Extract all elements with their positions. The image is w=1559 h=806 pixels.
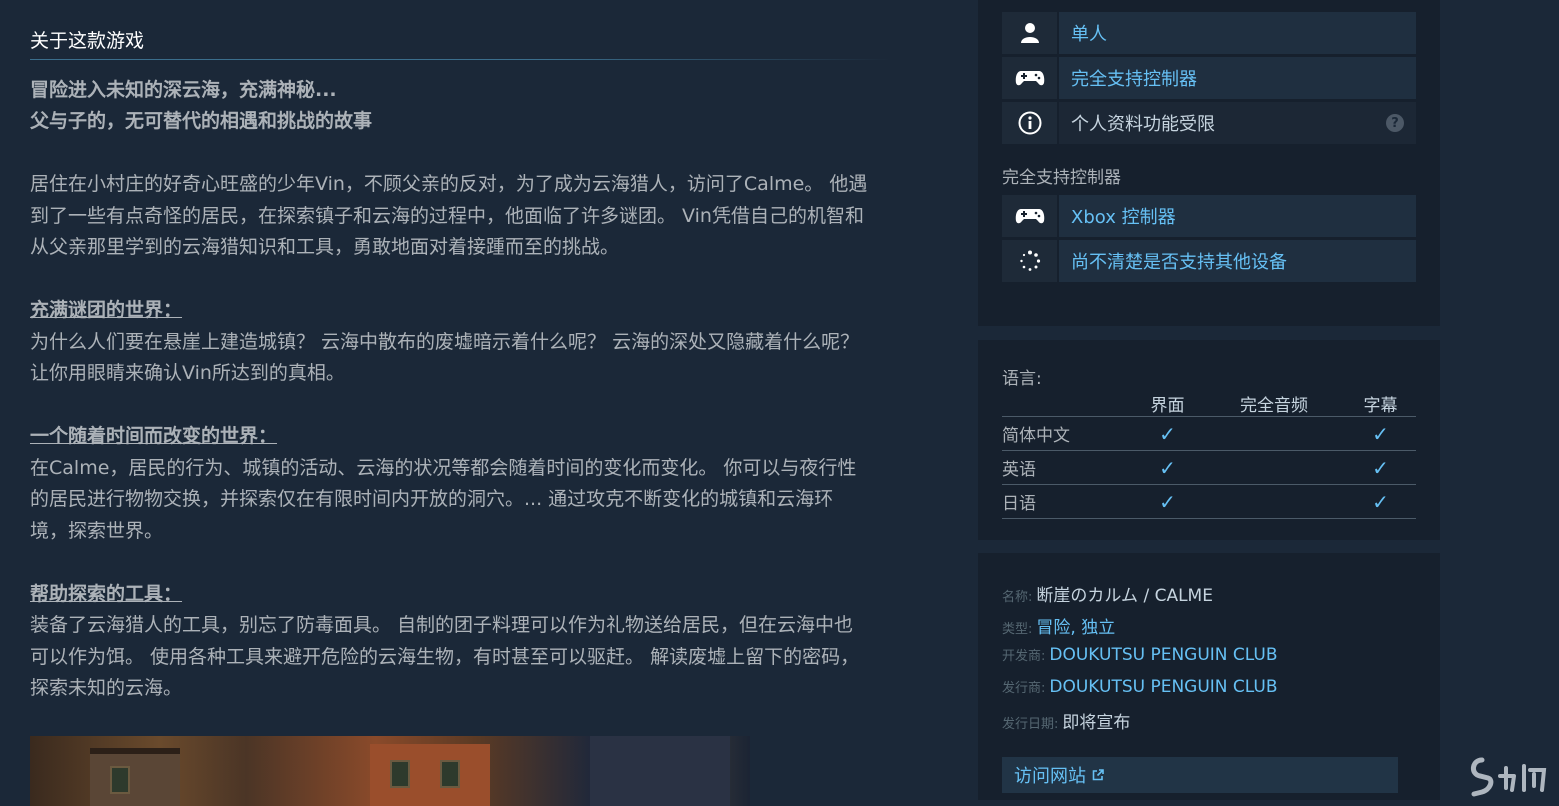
check-icon: ✓ (1372, 421, 1389, 446)
section-heading-tools: 帮助探索的工具： (30, 583, 183, 605)
screenshot-window (390, 760, 410, 788)
empty-cell (1203, 485, 1345, 519)
feature-controller[interactable]: 完全支持控制器 (1002, 57, 1416, 99)
detail-name: 名称: 断崖のカルム / CALME (1002, 581, 1213, 606)
game-name: 断崖のカルム / CALME (1036, 586, 1213, 606)
visit-website-label: 访问网站 (1014, 766, 1086, 787)
detail-release-date: 发行日期: 即将宣布 (1002, 708, 1130, 733)
loading-icon (1002, 240, 1057, 282)
tools-line-1: 装备了云海猎人的工具，别忘了防毒面具。 自制的团子料理可以作为礼物送给居民，但在… (30, 614, 854, 636)
intro-line-3: 从父亲那里学到的云海猎知识和工具，勇敢地面对着接踵而至的挑战。 (30, 236, 620, 258)
screenshot-window (440, 760, 460, 788)
detail-label: 发行日期: (1002, 717, 1059, 732)
language-row: 英语 ✓ ✓ (1002, 451, 1416, 485)
developer-link[interactable]: DOUKUTSU PENGUIN CLUB (1049, 645, 1277, 665)
help-icon[interactable]: ? (1386, 114, 1404, 132)
genre-link-adventure[interactable]: 冒险 (1036, 618, 1070, 638)
check-icon: ✓ (1372, 455, 1389, 480)
full-audio-column-header: 完全音频 (1240, 396, 1308, 416)
language-column-header (1002, 391, 1132, 417)
feature-label: 单人 (1059, 12, 1416, 54)
language-row: 日语 ✓ ✓ (1002, 485, 1416, 519)
language-name: 日语 (1002, 494, 1036, 514)
check-icon: ✓ (1159, 421, 1176, 446)
subtitles-column-header: 字幕 (1363, 396, 1398, 416)
language-name: 简体中文 (1002, 426, 1070, 446)
empty-cell (1203, 417, 1345, 451)
detail-label: 开发商: (1002, 649, 1046, 664)
controller-other-devices[interactable]: 尚不清楚是否支持其他设备 (1002, 240, 1416, 282)
tagline-2: 父与子的，无可替代的相遇和挑战的故事 (30, 110, 373, 132)
detail-genre: 类型: 冒险, 独立 (1002, 613, 1115, 638)
detail-label: 名称: (1002, 590, 1033, 605)
screenshot-building (370, 744, 490, 806)
tagline-1: 冒险进入未知的深云海，充满神秘... (30, 79, 337, 101)
tools-line-2: 可以作为饵。 使用各种工具来避开危险的云海生物，有时甚至可以驱赶。 解读废墟上留… (30, 646, 860, 668)
intro-line-1: 居住在小村庄的好奇心旺盛的少年Vin，不顾父亲的反对，为了成为云海猎人，访问了C… (30, 173, 868, 195)
languages-header-row: 界面 完全音频 字幕 (1002, 391, 1416, 417)
detail-label: 发行商: (1002, 681, 1046, 696)
about-title: 关于这款游戏 (30, 26, 890, 60)
feature-single-player[interactable]: 单人 (1002, 12, 1416, 54)
mystery-line-1: 为什么人们要在悬崖上建造城镇？ 云海中散布的废墟暗示着什么呢？ 云海的深处又隐藏… (30, 331, 860, 353)
intro-line-2: 到了一些有点奇怪的居民，在探索镇子和云海的过程中，他面临了许多谜团。 Vin凭借… (30, 205, 864, 227)
interface-column-header: 界面 (1150, 396, 1185, 416)
controller-icon (1002, 195, 1057, 237)
controller-icon (1002, 57, 1057, 99)
feature-label: 完全支持控制器 (1059, 57, 1416, 99)
watermark-logo (1468, 754, 1558, 800)
controller-support-heading: 完全支持控制器 (1002, 168, 1121, 188)
tools-line-3: 探索未知的云海。 (30, 677, 183, 699)
section-heading-time: 一个随着时间而改变的世界： (30, 425, 278, 447)
screenshot-building (90, 748, 180, 806)
languages-table: 界面 完全音频 字幕 简体中文 ✓ ✓ 英语 ✓ ✓ 日语 ✓ ✓ (1002, 391, 1416, 519)
screenshot-building (590, 736, 730, 806)
visit-website-button[interactable]: 访问网站 (1002, 757, 1398, 793)
detail-developer: 开发商: DOUKUTSU PENGUIN CLUB (1002, 645, 1278, 665)
features-panel: 单人 完全支持控制器 个人资料功能受限 ? 完全支持控制器 Xbox 控制器 尚… (978, 0, 1440, 326)
single-player-icon (1002, 12, 1057, 54)
language-name: 英语 (1002, 460, 1036, 480)
genre-separator: , (1070, 618, 1076, 638)
time-line-2: 的居民进行物物交换，并探索仅在有限时间内开放的洞穴。... 通过攻克不断变化的城… (30, 488, 834, 510)
controller-xbox[interactable]: Xbox 控制器 (1002, 195, 1416, 237)
time-line-3: 境，探索世界。 (30, 520, 164, 542)
languages-title: 语言: (1002, 369, 1042, 389)
empty-cell (1203, 451, 1345, 485)
check-icon: ✓ (1372, 489, 1389, 514)
feature-limited-profile[interactable]: 个人资料功能受限 ? (1002, 102, 1416, 144)
info-icon (1002, 102, 1057, 144)
feature-label: Xbox 控制器 (1059, 195, 1416, 237)
screenshot-window (110, 766, 130, 794)
game-screenshot[interactable] (30, 736, 750, 806)
languages-panel: 语言: 界面 完全音频 字幕 简体中文 ✓ ✓ 英语 ✓ ✓ 日语 ✓ ✓ (978, 340, 1440, 540)
detail-publisher: 发行商: DOUKUTSU PENGUIN CLUB (1002, 677, 1278, 697)
details-panel: 名称: 断崖のカルム / CALME 类型: 冒险, 独立 开发商: DOUKUTSU… (978, 553, 1440, 800)
mystery-line-2: 让你用眼睛来确认Vin所达到的真相。 (30, 362, 345, 384)
detail-label: 类型: (1002, 622, 1033, 637)
external-link-icon (1091, 768, 1105, 782)
release-date-value: 即将宣布 (1062, 713, 1131, 733)
language-row: 简体中文 ✓ ✓ (1002, 417, 1416, 451)
section-heading-mystery: 充满谜团的世界： (30, 299, 183, 321)
genre-link-indie[interactable]: 独立 (1081, 618, 1115, 638)
feature-label: 个人资料功能受限 (1059, 102, 1416, 144)
publisher-link[interactable]: DOUKUTSU PENGUIN CLUB (1049, 677, 1277, 697)
feature-label: 尚不清楚是否支持其他设备 (1059, 240, 1416, 282)
check-icon: ✓ (1159, 455, 1176, 480)
time-line-1: 在Calme，居民的行为、城镇的活动、云海的状况等都会随着时间的变化而变化。 你… (30, 457, 857, 479)
check-icon: ✓ (1159, 489, 1176, 514)
